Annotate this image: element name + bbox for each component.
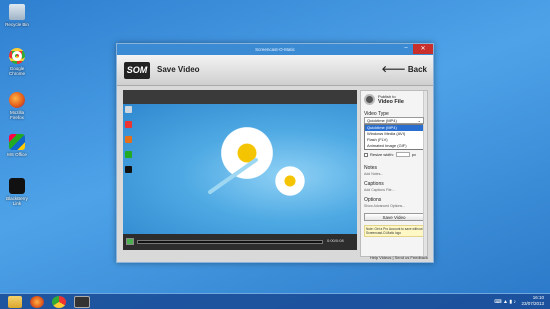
panel-scrollbar[interactable]: [423, 91, 427, 256]
desktop-icon-label: BlackBerry Link: [6, 196, 28, 206]
film-reel-icon: [364, 94, 375, 105]
desktop-icon-label: Recycle Bin: [5, 22, 29, 27]
preview-firefox-icon: [125, 136, 132, 143]
save-video-button[interactable]: Save Video: [364, 213, 424, 221]
video-controls: 0:00/0:08: [123, 234, 357, 250]
daisy-flower-small: [273, 164, 307, 198]
option-animated-gif[interactable]: Animated Image (GIF): [365, 143, 425, 149]
office-icon: [9, 134, 25, 150]
page-title: Save Video: [157, 65, 200, 74]
publish-header: Publish to Video File: [364, 94, 424, 105]
window-titlebar[interactable]: Screencast-O-Matic – ✕: [117, 44, 433, 55]
resize-label: Resize width:: [370, 152, 394, 157]
taskbar: ⌨ ▲ ▮ ♪ 16:10 23/07/2013: [0, 293, 550, 309]
app-window: Screencast-O-Matic – ✕ SOM Save Video 🡐 …: [116, 43, 434, 263]
desktop-icon-label: Mozilla Firefox: [9, 110, 24, 120]
options-label: Options: [364, 197, 382, 203]
video-type-dropdown: Quicktime (MP4) Windows Media (AVI) Flas…: [364, 124, 426, 150]
preview-office-icon: [125, 151, 132, 158]
preview-blackberry-icon: [125, 166, 132, 173]
publish-line2: Video File: [378, 99, 404, 105]
desktop-icon-label: Google Chrome: [8, 66, 25, 76]
publish-panel: Publish to Video File Video Type Quickti…: [360, 90, 428, 257]
footer-separator: |: [392, 255, 394, 260]
system-tray-icons[interactable]: ⌨ ▲ ▮ ♪: [494, 299, 516, 305]
chrome-taskbar-icon[interactable]: [52, 296, 66, 308]
desktop-icon-blackberry[interactable]: BlackBerry Link: [3, 178, 31, 206]
resize-width-input[interactable]: [395, 152, 410, 157]
som-logo: SOM: [124, 62, 150, 79]
add-notes-link[interactable]: Add Notes...: [364, 172, 424, 176]
screencast-taskbar-icon[interactable]: [74, 296, 90, 308]
desktop-icon-recycle-bin[interactable]: Recycle Bin: [3, 4, 31, 27]
time-display: 0:00/0:08: [327, 238, 344, 243]
footer-links: Help Videos | Send us Feedback: [370, 255, 428, 260]
video-preview: 0:00/0:08: [123, 90, 357, 250]
video-top-bar: [123, 90, 357, 104]
back-label: Back: [407, 65, 427, 74]
chrome-icon: [9, 48, 25, 64]
desktop-icon-office[interactable]: MS Office: [3, 134, 31, 157]
help-videos-link[interactable]: Help Videos: [370, 255, 392, 260]
video-frame: [123, 104, 357, 234]
preview-desktop-icons: [125, 106, 135, 181]
app-header: SOM Save Video 🡐 Back: [117, 55, 433, 86]
preview-chrome-icon: [125, 121, 132, 128]
play-button[interactable]: [126, 238, 134, 245]
resize-unit: px: [411, 152, 417, 157]
video-type-select[interactable]: Quicktime (MP4) ⌄: [364, 117, 424, 124]
resize-row: Resize width: px: [364, 152, 424, 157]
window-title: Screencast-O-Matic: [255, 47, 295, 52]
clock[interactable]: 16:10 23/07/2013: [521, 295, 544, 307]
pro-account-note: Note: Get a Pro Account to save without …: [364, 225, 426, 237]
add-captions-link[interactable]: Add Captions File...: [364, 188, 424, 192]
captions-label: Captions: [364, 181, 384, 187]
firefox-taskbar-icon[interactable]: [30, 296, 44, 308]
clock-date: 23/07/2013: [521, 301, 544, 306]
minimize-button[interactable]: –: [401, 44, 411, 54]
progress-bar[interactable]: [137, 240, 323, 244]
advanced-options-link[interactable]: Show Advanced Options...: [364, 204, 424, 208]
notes-label: Notes: [364, 165, 378, 171]
resize-checkbox[interactable]: [364, 152, 368, 157]
feedback-link[interactable]: Send us Feedback: [395, 255, 428, 260]
desktop-icon-firefox[interactable]: Mozilla Firefox: [3, 92, 31, 120]
desktop-icon-label: MS Office: [7, 152, 27, 157]
back-arrow-icon: 🡐: [381, 64, 406, 74]
close-button[interactable]: ✕: [413, 44, 433, 54]
daisy-flower-large: [218, 124, 276, 182]
back-button[interactable]: 🡐 Back: [382, 64, 428, 75]
preview-recycle-icon: [125, 106, 132, 113]
recycle-bin-icon: [9, 4, 25, 20]
file-explorer-icon[interactable]: [8, 296, 22, 308]
desktop-icon-chrome[interactable]: Google Chrome: [3, 48, 31, 76]
blackberry-icon: [9, 178, 25, 194]
video-type-selected: Quicktime (MP4): [367, 118, 397, 123]
firefox-icon: [9, 92, 25, 108]
chevron-down-icon: ⌄: [417, 118, 421, 123]
